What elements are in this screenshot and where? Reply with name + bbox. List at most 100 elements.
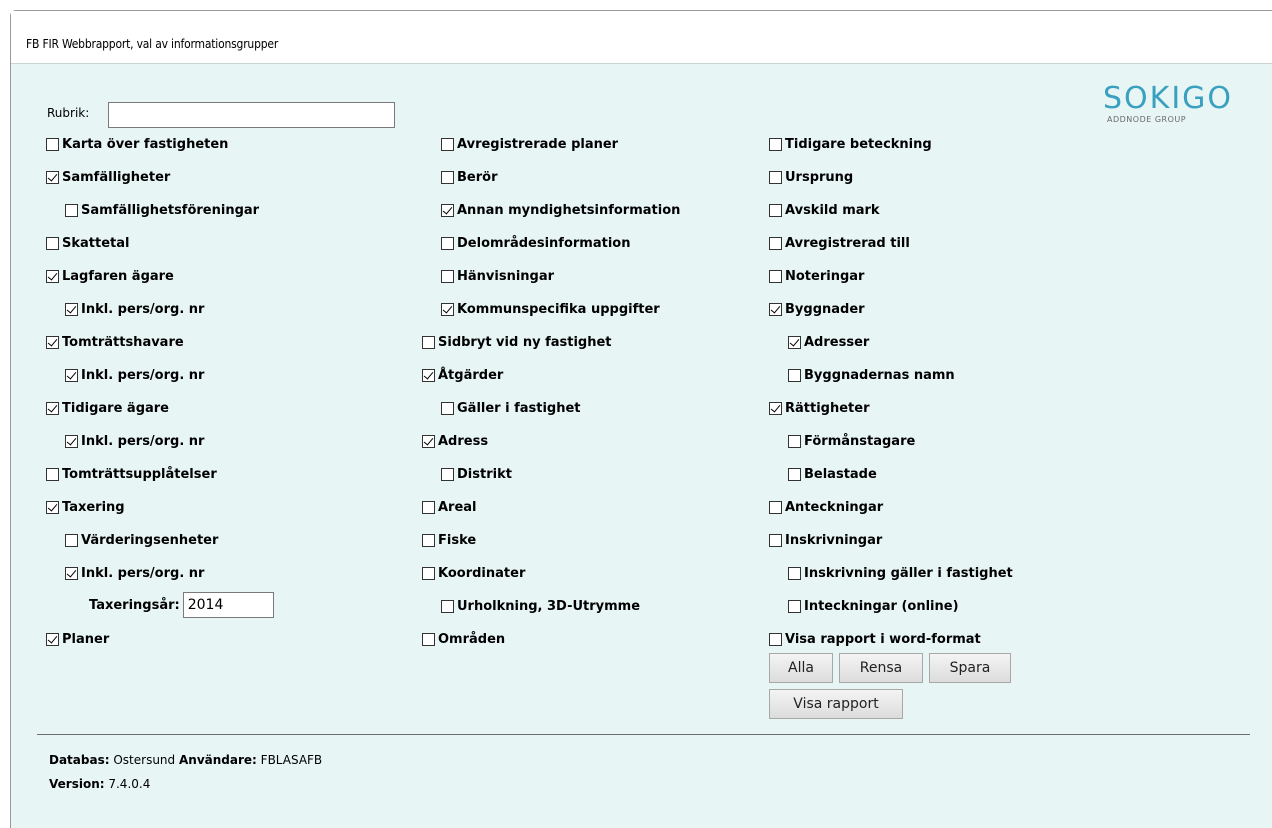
option-col1-12[interactable]: Värderingsenheter [65, 530, 218, 550]
rubrik-input[interactable] [108, 102, 395, 128]
checkbox[interactable] [788, 368, 801, 382]
checkbox[interactable] [422, 434, 435, 448]
checkbox[interactable] [788, 599, 801, 613]
checkbox[interactable] [422, 335, 435, 349]
checkbox[interactable] [422, 500, 435, 514]
checkbox[interactable] [422, 368, 435, 382]
checkbox[interactable] [788, 566, 801, 580]
checkbox[interactable] [441, 599, 454, 613]
checkbox[interactable] [769, 236, 782, 250]
option-col1-6[interactable]: Tomträttshavare [46, 332, 184, 352]
option-col3-10[interactable]: Belastade [788, 464, 877, 484]
checkbox[interactable] [65, 533, 78, 547]
checkbox[interactable] [441, 302, 454, 316]
checkbox[interactable] [769, 302, 782, 316]
checkbox[interactable] [46, 236, 59, 250]
checkbox[interactable] [65, 368, 78, 382]
option-col2-5[interactable]: Kommunspecifika uppgifter [441, 299, 660, 319]
option-col2-9[interactable]: Adress [422, 431, 488, 451]
option-col2-8[interactable]: Gäller i fastighet [441, 398, 581, 418]
checkbox[interactable] [788, 467, 801, 481]
option-col1-3[interactable]: Skattetal [46, 233, 129, 253]
option-col2-4[interactable]: Hänvisningar [441, 266, 554, 286]
checkbox[interactable] [788, 335, 801, 349]
option-col2-2[interactable]: Annan myndighetsinformation [441, 200, 680, 220]
option-col3-9[interactable]: Förmånstagare [788, 431, 915, 451]
checkbox[interactable] [441, 203, 454, 217]
checkbox[interactable] [769, 170, 782, 184]
option-col1-10[interactable]: Tomträttsupplåtelser [46, 464, 217, 484]
option-col3-6[interactable]: Adresser [788, 332, 869, 352]
option-col3-5[interactable]: Byggnader [769, 299, 865, 319]
option-col3-2[interactable]: Avskild mark [769, 200, 880, 220]
checkbox[interactable] [46, 335, 59, 349]
checkbox[interactable] [769, 401, 782, 415]
option-col1-8[interactable]: Tidigare ägare [46, 398, 169, 418]
option-col1-9[interactable]: Inkl. pers/org. nr [65, 431, 204, 451]
checkbox[interactable] [46, 632, 59, 646]
checkbox[interactable] [441, 137, 454, 151]
option-col2-13[interactable]: Koordinater [422, 563, 525, 583]
checkbox[interactable] [46, 500, 59, 514]
checkbox[interactable] [65, 434, 78, 448]
checkbox[interactable] [46, 401, 59, 415]
option-col3-4[interactable]: Noteringar [769, 266, 864, 286]
save-button[interactable]: Spara [929, 653, 1011, 683]
option-col2-0[interactable]: Avregistrerade planer [441, 134, 618, 154]
checkbox[interactable] [422, 566, 435, 580]
checkbox[interactable] [65, 566, 78, 580]
option-col2-14[interactable]: Urholkning, 3D-Utrymme [441, 596, 640, 616]
checkbox[interactable] [769, 137, 782, 151]
checkbox[interactable] [769, 632, 782, 646]
option-col3-15[interactable]: Visa rapport i word-format [769, 629, 981, 649]
checkbox[interactable] [46, 137, 59, 151]
option-col3-8[interactable]: Rättigheter [769, 398, 870, 418]
option-col2-1[interactable]: Berör [441, 167, 497, 187]
checkbox[interactable] [46, 269, 59, 283]
option-col3-0[interactable]: Tidigare beteckning [769, 134, 932, 154]
option-col3-7[interactable]: Byggnadernas namn [788, 365, 955, 385]
checkbox[interactable] [46, 467, 59, 481]
option-col1-4[interactable]: Lagfaren ägare [46, 266, 174, 286]
checkbox[interactable] [441, 269, 454, 283]
option-col2-12[interactable]: Fiske [422, 530, 476, 550]
checkbox[interactable] [441, 401, 454, 415]
option-col3-1[interactable]: Ursprung [769, 167, 853, 187]
show-report-button[interactable]: Visa rapport [769, 689, 903, 719]
checkbox[interactable] [769, 500, 782, 514]
option-col3-11[interactable]: Anteckningar [769, 497, 883, 517]
option-col1-7[interactable]: Inkl. pers/org. nr [65, 365, 204, 385]
option-col3-12[interactable]: Inskrivningar [769, 530, 882, 550]
option-col3-14[interactable]: Inteckningar (online) [788, 596, 959, 616]
option-col2-7[interactable]: Åtgärder [422, 365, 503, 385]
option-col1-14[interactable]: Planer [46, 629, 109, 649]
select-all-button[interactable]: Alla [769, 653, 833, 683]
checkbox[interactable] [441, 170, 454, 184]
option-col1-2[interactable]: Samfällighetsföreningar [65, 200, 259, 220]
option-col3-13[interactable]: Inskrivning gäller i fastighet [788, 563, 1013, 583]
option-col1-5[interactable]: Inkl. pers/org. nr [65, 299, 204, 319]
checkbox[interactable] [441, 467, 454, 481]
clear-button[interactable]: Rensa [839, 653, 923, 683]
checkbox[interactable] [769, 203, 782, 217]
checkbox[interactable] [46, 170, 59, 184]
checkbox[interactable] [422, 533, 435, 547]
option-col1-1[interactable]: Samfälligheter [46, 167, 170, 187]
checkbox[interactable] [441, 236, 454, 250]
checkbox[interactable] [769, 533, 782, 547]
option-col2-15[interactable]: Områden [422, 629, 505, 649]
option-col1-0[interactable]: Karta över fastigheten [46, 134, 228, 154]
option-col3-3[interactable]: Avregistrerad till [769, 233, 910, 253]
option-col2-3[interactable]: Delområdesinformation [441, 233, 630, 253]
checkbox[interactable] [65, 203, 78, 217]
option-col2-6[interactable]: Sidbryt vid ny fastighet [422, 332, 612, 352]
checkbox[interactable] [422, 632, 435, 646]
option-col1-13[interactable]: Inkl. pers/org. nr [65, 563, 204, 583]
option-col1-11[interactable]: Taxering [46, 497, 125, 517]
taxeringsar-input[interactable] [182, 592, 274, 618]
checkbox[interactable] [65, 302, 78, 316]
checkbox[interactable] [788, 434, 801, 448]
checkbox[interactable] [769, 269, 782, 283]
option-col2-11[interactable]: Areal [422, 497, 477, 517]
option-col2-10[interactable]: Distrikt [441, 464, 512, 484]
